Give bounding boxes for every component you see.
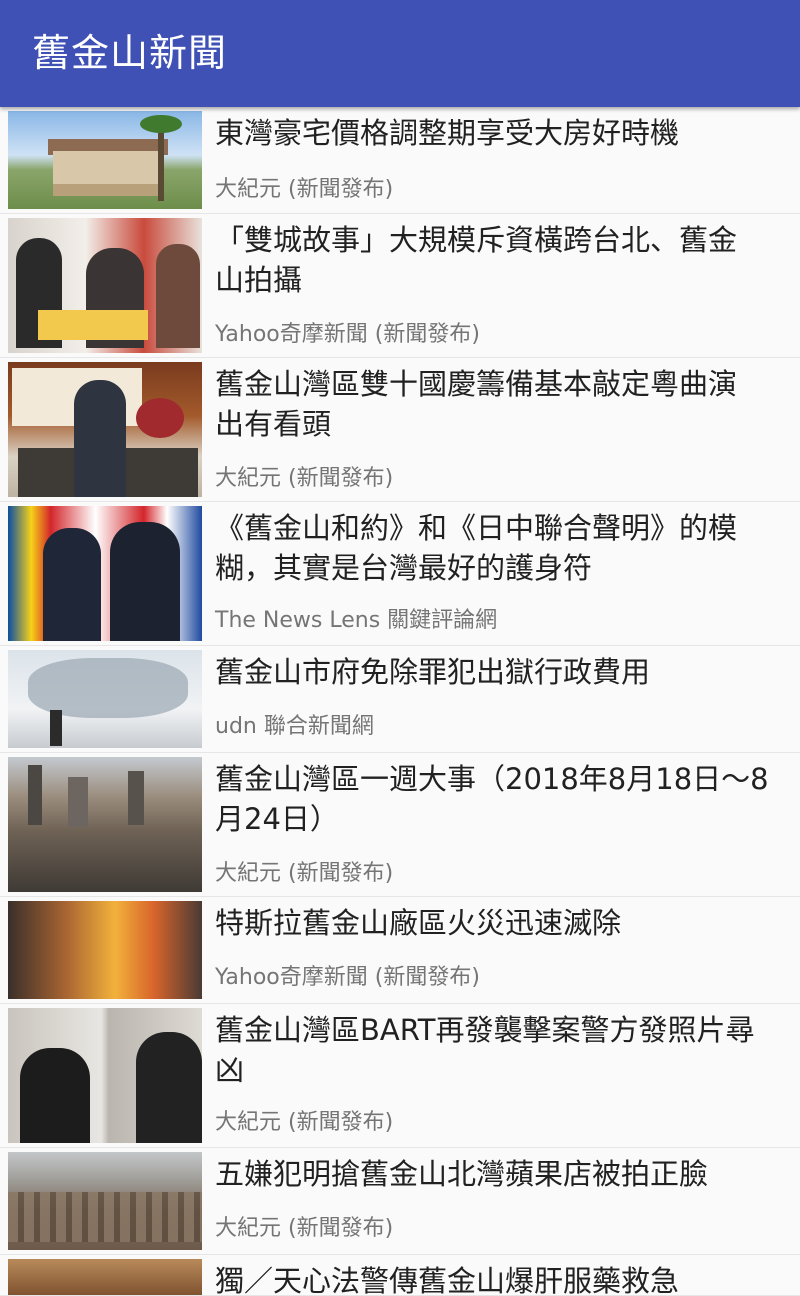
news-thumbnail-image [8,218,202,353]
news-source: Yahoo奇摩新聞 (新聞發布) [215,965,480,990]
news-headline: 特斯拉舊金山廠區火災迅速滅除 [215,906,622,940]
news-headline: 舊金山灣區BART再發襲擊案警方發照片尋 凶 [215,1013,755,1087]
news-headline: 「雙城故事」大規模斥資橫跨台北、舊金 山拍攝 [215,223,738,297]
app-title: 舊金山新聞 [32,31,228,75]
news-thumbnail-image [8,1008,202,1143]
news-item[interactable]: 舊金山灣區一週大事（2018年8月18日～8 月24日） 大紀元 (新聞發布) [0,753,800,897]
news-headline: 舊金山灣區一週大事（2018年8月18日～8 月24日） [215,762,769,836]
news-source: udn 聯合新聞網 [215,714,374,739]
news-thumbnail-image [8,650,202,748]
news-thumbnail-image [8,1259,202,1295]
news-item[interactable]: 「雙城故事」大規模斥資橫跨台北、舊金 山拍攝 Yahoo奇摩新聞 (新聞發布) [0,214,800,358]
news-headline: 舊金山市府免除罪犯出獄行政費用 [215,655,651,689]
news-thumbnail-image [8,901,202,999]
news-source: 大紀元 (新聞發布) [215,1110,394,1135]
news-item[interactable]: 五嫌犯明搶舊金山北灣蘋果店被拍正臉 大紀元 (新聞發布) [0,1148,800,1255]
news-source: 大紀元 (新聞發布) [215,861,394,886]
news-source: The News Lens 關鍵評論網 [215,608,498,633]
news-headline: 東灣豪宅價格調整期享受大房好時機 [215,116,680,150]
news-list[interactable]: 東灣豪宅價格調整期享受大房好時機 大紀元 (新聞發布) 「雙城故事」大規模斥資橫… [0,107,800,1296]
news-headline: 獨／天心法警傳舊金山爆肝服藥救急 [215,1264,680,1296]
news-item[interactable]: 舊金山灣區雙十國慶籌備基本敲定粵曲演 出有看頭 大紀元 (新聞發布) [0,358,800,502]
news-thumbnail-image [8,1152,202,1250]
news-source: Yahoo奇摩新聞 (新聞發布) [215,322,480,347]
news-thumbnail-image [8,111,202,209]
news-headline: 五嫌犯明搶舊金山北灣蘋果店被拍正臉 [215,1157,709,1191]
news-headline: 舊金山灣區雙十國慶籌備基本敲定粵曲演 出有看頭 [215,367,738,441]
news-item[interactable]: 東灣豪宅價格調整期享受大房好時機 大紀元 (新聞發布) [0,107,800,214]
news-item[interactable]: 舊金山市府免除罪犯出獄行政費用 udn 聯合新聞網 [0,646,800,753]
news-item[interactable]: 獨／天心法警傳舊金山爆肝服藥救急 [0,1255,800,1296]
news-source: 大紀元 (新聞發布) [215,1216,394,1241]
news-source: 大紀元 (新聞發布) [215,177,394,202]
news-source: 大紀元 (新聞發布) [215,466,394,491]
news-thumbnail-image [8,757,202,892]
news-item[interactable]: 特斯拉舊金山廠區火災迅速滅除 Yahoo奇摩新聞 (新聞發布) [0,897,800,1004]
news-headline: 《舊金山和約》和《日中聯合聲明》的模 糊，其實是台灣最好的護身符 [215,511,738,585]
news-item[interactable]: 《舊金山和約》和《日中聯合聲明》的模 糊，其實是台灣最好的護身符 The New… [0,502,800,646]
news-item[interactable]: 舊金山灣區BART再發襲擊案警方發照片尋 凶 大紀元 (新聞發布) [0,1004,800,1148]
app-bar: 舊金山新聞 [0,0,800,107]
news-thumbnail-image [8,506,202,641]
news-thumbnail-image [8,362,202,497]
